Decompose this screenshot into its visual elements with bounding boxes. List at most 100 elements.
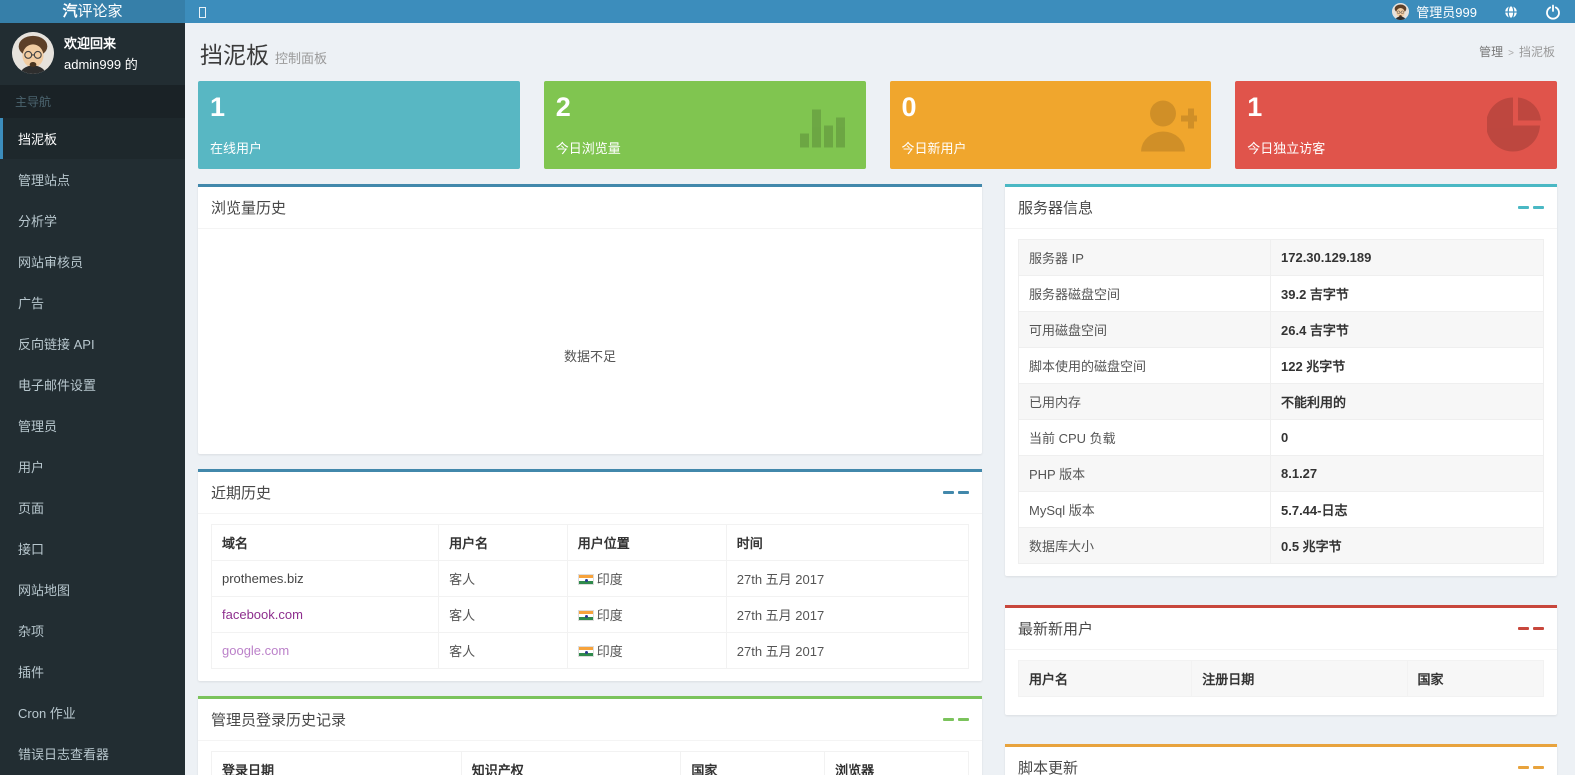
column-header: 用户名 bbox=[439, 525, 568, 561]
time-cell: 27th 五月 2017 bbox=[726, 597, 968, 633]
collapse-button[interactable] bbox=[1518, 206, 1544, 209]
kv-value: 0 bbox=[1271, 420, 1544, 456]
table-row: 服务器 IP172.30.129.189 bbox=[1019, 240, 1544, 276]
sidebar-item-pages[interactable]: 页面 bbox=[0, 487, 185, 528]
power-icon[interactable] bbox=[1545, 4, 1561, 20]
sidebar-item-cron-jobs[interactable]: Cron 作业 bbox=[0, 692, 185, 733]
column-header: 用户位置 bbox=[567, 525, 726, 561]
sidebar-toggle-button[interactable] bbox=[185, 4, 219, 19]
sidebar-item-admins[interactable]: 管理员 bbox=[0, 405, 185, 446]
stat-label: 今日独立访客 bbox=[1247, 138, 1325, 157]
kv-label: 服务器磁盘空间 bbox=[1019, 276, 1271, 312]
time-cell: 27th 五月 2017 bbox=[726, 633, 968, 669]
breadcrumb: 管理>挡泥板 bbox=[1479, 43, 1555, 60]
dash-icon bbox=[1533, 766, 1544, 769]
kv-value: 26.4 吉字节 bbox=[1271, 312, 1544, 348]
column-header: 域名 bbox=[212, 525, 439, 561]
sidebar-section-label: 主导航 bbox=[0, 85, 185, 118]
navbar: 管理员999 bbox=[185, 0, 1575, 23]
dash-icon bbox=[943, 491, 954, 494]
kv-label: MySql 版本 bbox=[1019, 492, 1271, 528]
location-cell: 印度 bbox=[597, 572, 623, 587]
dash-icon bbox=[1518, 766, 1529, 769]
dash-icon bbox=[943, 718, 954, 721]
india-flag-icon bbox=[578, 646, 594, 657]
sidebar-item-error-log-viewer[interactable]: 错误日志查看器 bbox=[0, 733, 185, 774]
table-row: 服务器磁盘空间39.2 吉字节 bbox=[1019, 276, 1544, 312]
sidebar-item-analytics[interactable]: 分析学 bbox=[0, 200, 185, 241]
kv-label: 服务器 IP bbox=[1019, 240, 1271, 276]
dash-icon bbox=[1533, 627, 1544, 630]
panel-newest-users: 最新新用户 用户名 注册日期 国家 bbox=[1005, 605, 1557, 715]
panel-recent-history: 近期历史 域名 用户名 用户位置 bbox=[198, 469, 982, 681]
column-header: 登录日期 bbox=[212, 752, 462, 775]
brand-rest: 评论家 bbox=[78, 3, 123, 20]
domain-link[interactable]: google.com bbox=[222, 643, 289, 658]
location-cell: 印度 bbox=[597, 608, 623, 623]
brand-bold: 汽 bbox=[62, 3, 77, 20]
user-menu[interactable]: 管理员999 bbox=[1392, 2, 1477, 21]
kv-label: 可用磁盘空间 bbox=[1019, 312, 1271, 348]
kv-label: PHP 版本 bbox=[1019, 456, 1271, 492]
panel-server-info: 服务器信息 服务器 IP172.30.129.189 服务器磁盘空间39.2 吉… bbox=[1005, 184, 1557, 576]
sidebar-item-plugins[interactable]: 插件 bbox=[0, 651, 185, 692]
sidebar-item-site-auditor[interactable]: 网站审核员 bbox=[0, 241, 185, 282]
username-cell: 客人 bbox=[439, 633, 568, 669]
brand-logo[interactable]: 汽评论家 bbox=[0, 0, 185, 23]
panel-title: 脚本更新 bbox=[1018, 757, 1078, 775]
table-row: 已用内存不能利用的 bbox=[1019, 384, 1544, 420]
sidebar-item-manage-site[interactable]: 管理站点 bbox=[0, 159, 185, 200]
panel-title: 浏览量历史 bbox=[211, 197, 286, 218]
panel-admin-login-history: 管理员登录历史记录 登录日期 知识产权 国家 bbox=[198, 696, 982, 775]
dash-icon bbox=[1518, 206, 1529, 209]
stat-card-new-users[interactable]: 0 今日新用户 bbox=[890, 81, 1212, 169]
stat-card-online-users[interactable]: 1 在线用户 bbox=[198, 81, 520, 169]
breadcrumb-parent[interactable]: 管理 bbox=[1479, 45, 1503, 59]
table-row: PHP 版本8.1.27 bbox=[1019, 456, 1544, 492]
table-row: prothemes.biz 客人 印度 27th 五月 2017 bbox=[212, 561, 969, 597]
kv-value: 不能利用的 bbox=[1271, 384, 1544, 420]
sidebar-item-misc[interactable]: 杂项 bbox=[0, 610, 185, 651]
column-header: 国家 bbox=[1407, 661, 1544, 697]
sidebar-item-users[interactable]: 用户 bbox=[0, 446, 185, 487]
sidebar-item-dashboard[interactable]: 挡泥板 bbox=[0, 118, 185, 159]
collapse-button[interactable] bbox=[1518, 766, 1544, 769]
time-cell: 27th 五月 2017 bbox=[726, 561, 968, 597]
topbar-username: 管理员999 bbox=[1416, 2, 1477, 21]
username-cell: 客人 bbox=[439, 597, 568, 633]
domain-link[interactable]: facebook.com bbox=[222, 607, 303, 622]
stat-card-unique-visitors[interactable]: 1 今日独立访客 bbox=[1235, 81, 1557, 169]
dash-icon bbox=[1518, 627, 1529, 630]
breadcrumb-current: 挡泥板 bbox=[1519, 45, 1555, 59]
sidebar-item-api[interactable]: 接口 bbox=[0, 528, 185, 569]
page-subtitle: 控制面板 bbox=[275, 51, 327, 66]
table-row: 当前 CPU 负载0 bbox=[1019, 420, 1544, 456]
india-flag-icon bbox=[578, 574, 594, 585]
kv-label: 脚本使用的磁盘空间 bbox=[1019, 348, 1271, 384]
sidebar-item-sitemap[interactable]: 网站地图 bbox=[0, 569, 185, 610]
stat-card-today-views[interactable]: 2 今日浏览量 bbox=[544, 81, 866, 169]
sidebar-item-email-settings[interactable]: 电子邮件设置 bbox=[0, 364, 185, 405]
column-header: 国家 bbox=[681, 752, 825, 775]
column-header: 用户名 bbox=[1019, 661, 1192, 697]
column-header: 浏览器 bbox=[825, 752, 969, 775]
sidebar-item-ads[interactable]: 广告 bbox=[0, 282, 185, 323]
table-row: 数据库大小0.5 兆字节 bbox=[1019, 528, 1544, 564]
table-row: facebook.com 客人 印度 27th 五月 2017 bbox=[212, 597, 969, 633]
collapse-button[interactable] bbox=[1518, 627, 1544, 630]
kv-value: 122 兆字节 bbox=[1271, 348, 1544, 384]
stat-cards-row: 1 在线用户 2 今日浏览量 0 今日新用户 bbox=[198, 81, 1557, 169]
kv-label: 已用内存 bbox=[1019, 384, 1271, 420]
domain-link[interactable]: prothemes.biz bbox=[222, 571, 304, 586]
column-header: 时间 bbox=[726, 525, 968, 561]
stat-value: 1 bbox=[210, 91, 508, 123]
globe-icon[interactable] bbox=[1503, 4, 1519, 20]
table-row: 可用磁盘空间26.4 吉字节 bbox=[1019, 312, 1544, 348]
recent-history-table: 域名 用户名 用户位置 时间 prothemes.biz 客人 bbox=[211, 524, 969, 669]
sidebar-user-panel: 欢迎回来 admin999 的 bbox=[0, 23, 185, 85]
collapse-button[interactable] bbox=[943, 718, 969, 721]
sidebar-item-backlink-api[interactable]: 反向链接 API bbox=[0, 323, 185, 364]
collapse-button[interactable] bbox=[943, 491, 969, 494]
sidebar: 欢迎回来 admin999 的 主导航 挡泥板 管理站点 分析学 网站审核员 广… bbox=[0, 23, 185, 775]
kv-value: 5.7.44-日志 bbox=[1271, 492, 1544, 528]
